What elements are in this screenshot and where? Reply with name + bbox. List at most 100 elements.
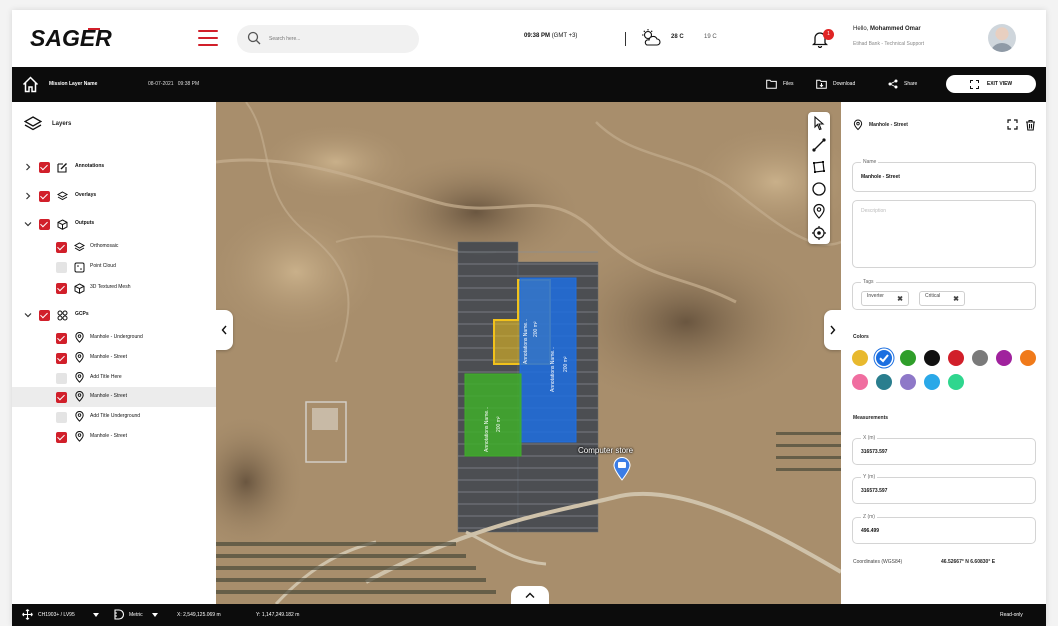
menu-button[interactable] (198, 30, 218, 47)
edit-icon (57, 163, 67, 173)
output-item-point-cloud[interactable]: Point Cloud (12, 257, 216, 277)
gcp-item[interactable]: Manhole - Street (12, 348, 216, 368)
chevron-down-icon[interactable] (24, 311, 32, 319)
layer-group-annotations[interactable]: Annotations (12, 157, 216, 177)
mission-datetime: 08-07-2021 09:38 PM (148, 81, 199, 87)
crs-dropdown-icon[interactable] (93, 613, 99, 617)
layer-group-gcps[interactable]: GCPs (12, 305, 216, 325)
measurements-heading: Measurements (853, 415, 889, 421)
notification-badge: 1 (823, 29, 834, 40)
gcp-checkbox[interactable] (56, 373, 67, 384)
files-button[interactable]: Files (766, 77, 794, 91)
poi-pin-icon[interactable] (613, 457, 631, 481)
x-field-label: X (m) (861, 435, 878, 441)
exit-view-button[interactable]: EXIT VIEW (946, 75, 1036, 93)
units-dropdown-icon[interactable] (152, 613, 158, 617)
remove-tag-icon[interactable]: ✖ (953, 296, 959, 304)
annotation-polygon-green[interactable] (464, 373, 522, 457)
layer-group-outputs[interactable]: Outputs (12, 214, 216, 234)
download-label: Download (833, 81, 856, 87)
collapse-left-panel-button[interactable] (216, 310, 233, 350)
gcp-item-selected[interactable]: Manhole - Street (12, 387, 216, 407)
search-input[interactable] (269, 25, 409, 53)
color-swatch[interactable] (972, 350, 988, 366)
remove-tag-icon[interactable]: ✖ (897, 296, 903, 304)
search-box (237, 25, 419, 53)
layer-group-overlays[interactable]: Overlays (12, 186, 216, 206)
z-coordinate-field[interactable]: Z (m) 496.499 (852, 514, 1036, 544)
gcp-checkbox[interactable] (56, 412, 67, 423)
color-swatch[interactable] (1020, 350, 1036, 366)
chevron-right-icon[interactable] (24, 192, 32, 200)
grid-circles-icon (57, 310, 68, 321)
color-swatch[interactable] (876, 350, 892, 366)
output-item-3d-mesh[interactable]: 3D Textured Mesh (12, 278, 216, 298)
color-swatch[interactable] (852, 350, 868, 366)
gcp-item[interactable]: Manhole - Street (12, 427, 216, 447)
select-pointer-icon[interactable] (811, 115, 827, 131)
map-pin-icon (75, 352, 84, 363)
download-button[interactable]: Download (816, 77, 855, 91)
color-swatch[interactable] (996, 350, 1012, 366)
gcp-item[interactable]: Add Title Underground (12, 407, 216, 427)
output-label: Point Cloud (90, 263, 116, 269)
gcp-item[interactable]: Add Title Here (12, 368, 216, 388)
gcps-checkbox[interactable] (39, 310, 50, 321)
annotation-label-green: Annotations Name... (484, 406, 490, 452)
gcp-checkbox[interactable] (56, 432, 67, 443)
collapse-right-panel-button[interactable] (824, 310, 841, 350)
color-swatch[interactable] (900, 350, 916, 366)
map-canvas[interactable]: Annotations Name... 200 m² Annotations N… (216, 102, 841, 604)
orthomosaic-checkbox[interactable] (56, 242, 67, 253)
add-marker-icon[interactable] (811, 203, 827, 219)
locate-icon[interactable] (811, 225, 827, 241)
color-swatch[interactable] (948, 350, 964, 366)
layers-title: Layers (52, 121, 72, 127)
color-swatch[interactable] (948, 374, 964, 390)
overlays-checkbox[interactable] (39, 191, 50, 202)
share-button[interactable]: Share (888, 77, 917, 91)
home-icon[interactable] (22, 76, 39, 93)
draw-line-icon[interactable] (811, 137, 827, 153)
mesh-checkbox[interactable] (56, 283, 67, 294)
x-coordinate-field[interactable]: X (m) 316573.597 (852, 435, 1036, 465)
avatar-shoulders (990, 43, 1014, 52)
color-swatch[interactable] (900, 374, 916, 390)
cube-icon (57, 219, 68, 230)
description-field[interactable]: Description (852, 200, 1036, 268)
colors-heading: Colors (853, 334, 869, 340)
tags-field[interactable]: Tags Inverter ✖ Critical ✖ (852, 279, 1036, 310)
user-role: Etihad Bank - Technical Support (853, 41, 925, 47)
draw-circle-icon[interactable] (811, 181, 827, 197)
fullscreen-icon[interactable] (1007, 119, 1018, 130)
color-swatch[interactable] (876, 374, 892, 390)
stack-icon (57, 191, 68, 201)
files-label: Files (783, 81, 794, 87)
trash-icon[interactable] (1025, 119, 1036, 131)
expand-bottom-panel-button[interactable] (511, 586, 549, 604)
gcp-checkbox[interactable] (56, 392, 67, 403)
color-swatch[interactable] (924, 374, 940, 390)
cube-icon (74, 283, 85, 294)
draw-polygon-icon[interactable] (811, 159, 827, 175)
avatar[interactable] (988, 24, 1016, 52)
clock-timezone: (GMT +3) (551, 33, 578, 39)
gcp-checkbox[interactable] (56, 353, 67, 364)
gcp-checkbox[interactable] (56, 333, 67, 344)
chevron-down-icon[interactable] (24, 220, 32, 228)
color-swatch[interactable] (852, 374, 868, 390)
gcp-item[interactable]: Manhole - Underground (12, 328, 216, 348)
mission-toolbar: Mission Layer Name 08-07-2021 09:38 PM F… (12, 67, 1046, 102)
ruler-icon (114, 609, 125, 620)
output-item-orthomosaic[interactable]: Orthomosaic (12, 237, 216, 257)
mission-time: 09:38 PM (177, 81, 200, 87)
annotations-checkbox[interactable] (39, 162, 50, 173)
chevron-right-icon[interactable] (24, 163, 32, 171)
point-cloud-checkbox[interactable] (56, 262, 67, 273)
y-coordinate-field[interactable]: Y (m) 316573.597 (852, 474, 1036, 504)
color-swatch[interactable] (924, 350, 940, 366)
outputs-checkbox[interactable] (39, 219, 50, 230)
clock: 09:38 PM (GMT +3) (524, 33, 577, 39)
name-field[interactable]: Name Manhole - Street (852, 159, 1036, 192)
map-pin-icon (75, 391, 84, 402)
